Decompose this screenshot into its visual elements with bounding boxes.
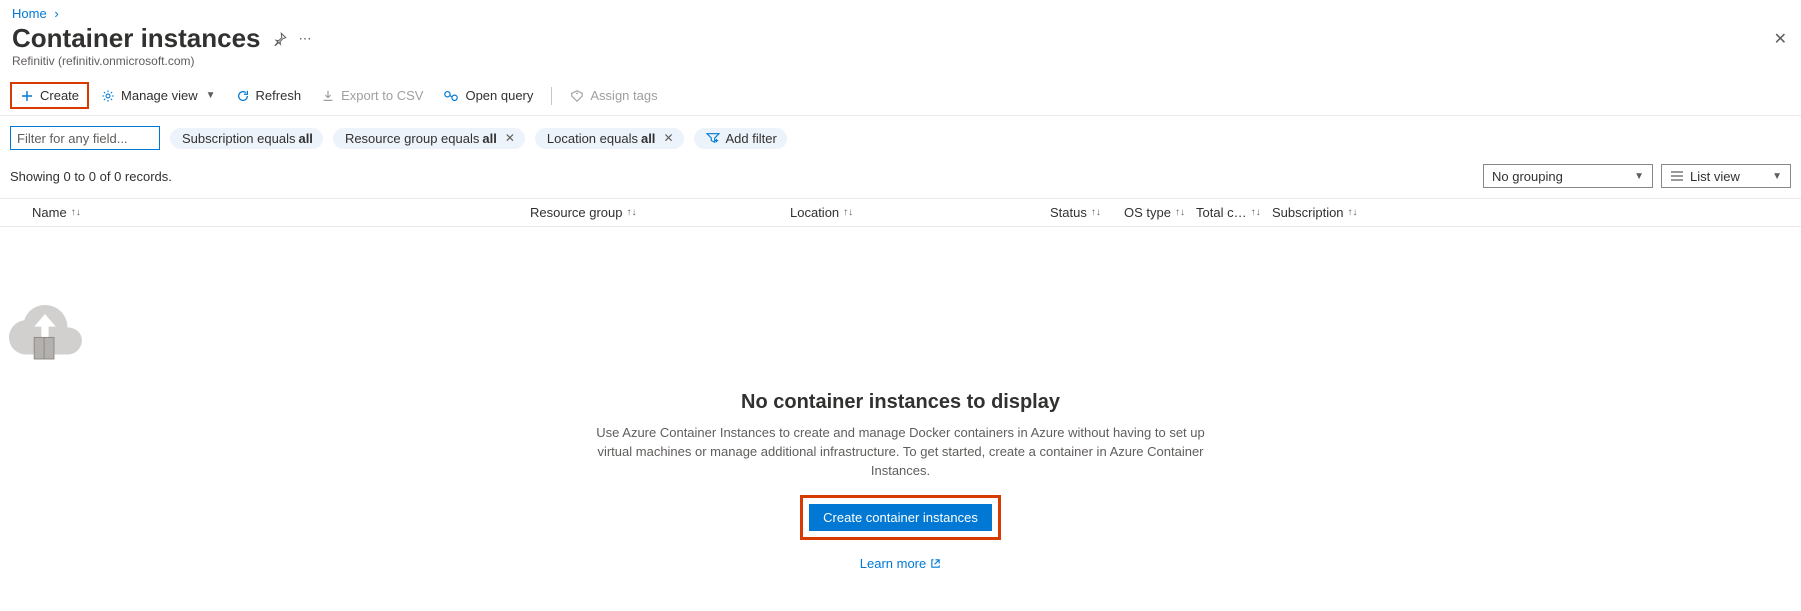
view-mode-dropdown[interactable]: List view ▼: [1661, 164, 1791, 188]
filter-pill-label: Location equals: [547, 131, 638, 146]
add-filter-button[interactable]: Add filter: [694, 128, 787, 149]
more-icon[interactable]: ⋯: [299, 31, 313, 47]
page-title: Container instances: [12, 23, 261, 54]
filter-pill-resource-group[interactable]: Resource group equals all ✕: [333, 128, 525, 149]
toolbar: Create Manage view ▼ Refresh Export to C…: [0, 78, 1801, 116]
remove-filter-icon[interactable]: ✕: [505, 131, 515, 145]
gear-icon: [101, 89, 115, 103]
filter-pill-value: all: [641, 131, 655, 146]
sort-icon: ↑↓: [1091, 207, 1101, 218]
sort-icon: ↑↓: [1251, 207, 1261, 218]
filter-pill-label: Resource group equals: [345, 131, 479, 146]
chevron-down-icon: ▼: [1634, 171, 1644, 182]
create-button[interactable]: Create: [10, 82, 89, 109]
column-header-total-containers[interactable]: Total c… ↑↓: [1196, 205, 1272, 220]
sort-icon: ↑↓: [1175, 207, 1185, 218]
filter-pill-label: Subscription equals: [182, 131, 295, 146]
assign-tags-button: Assign tags: [562, 84, 665, 107]
filter-pill-value: all: [482, 131, 496, 146]
chevron-right-icon: ›: [54, 6, 58, 21]
filter-add-icon: [706, 132, 720, 144]
column-header-resource-group[interactable]: Resource group ↑↓: [530, 205, 790, 220]
filter-pill-subscription[interactable]: Subscription equals all: [170, 128, 323, 149]
remove-filter-icon[interactable]: ✕: [663, 131, 673, 145]
manage-view-button[interactable]: Manage view ▼: [93, 84, 224, 107]
refresh-icon: [236, 89, 250, 103]
column-header-subscription[interactable]: Subscription ↑↓: [1272, 205, 1791, 220]
learn-more-link[interactable]: Learn more: [860, 556, 941, 571]
chevron-down-icon: ▼: [1772, 171, 1782, 182]
column-header-os-type[interactable]: OS type ↑↓: [1124, 205, 1196, 220]
empty-state-title: No container instances to display: [0, 391, 1801, 414]
export-csv-label: Export to CSV: [341, 88, 423, 103]
empty-state: No container instances to display Use Az…: [0, 287, 1801, 571]
filters-row: Subscription equals all Resource group e…: [0, 116, 1801, 160]
close-icon[interactable]: ✕: [1774, 29, 1787, 49]
sort-icon: ↑↓: [71, 207, 81, 218]
list-icon: [1670, 170, 1684, 182]
table-header: Name ↑↓ Resource group ↑↓ Location ↑↓ St…: [0, 198, 1801, 227]
external-link-icon: [930, 558, 941, 569]
filter-pill-value: all: [298, 131, 312, 146]
records-count-text: Showing 0 to 0 of 0 records.: [10, 169, 172, 184]
sort-icon: ↑↓: [1348, 207, 1358, 218]
column-header-status[interactable]: Status ↑↓: [1050, 205, 1124, 220]
refresh-label: Refresh: [256, 88, 302, 103]
query-icon: [443, 89, 459, 103]
cloud-upload-icon: [0, 287, 1801, 377]
filter-input[interactable]: [10, 126, 160, 150]
plus-icon: [20, 89, 34, 103]
column-header-name[interactable]: Name ↑↓: [10, 205, 530, 220]
sort-icon: ↑↓: [627, 207, 637, 218]
empty-state-description: Use Azure Container Instances to create …: [591, 424, 1211, 481]
create-container-instances-button[interactable]: Create container instances: [809, 504, 992, 531]
grouping-label: No grouping: [1492, 169, 1563, 184]
cta-highlight-box: Create container instances: [800, 495, 1001, 540]
breadcrumb-home[interactable]: Home: [12, 6, 47, 21]
open-query-label: Open query: [465, 88, 533, 103]
view-mode-label: List view: [1690, 169, 1740, 184]
open-query-button[interactable]: Open query: [435, 84, 541, 107]
assign-tags-label: Assign tags: [590, 88, 657, 103]
manage-view-label: Manage view: [121, 88, 198, 103]
directory-subtitle: Refinitiv (refinitiv.onmicrosoft.com): [0, 54, 1801, 78]
column-header-location[interactable]: Location ↑↓: [790, 205, 1050, 220]
filter-pill-location[interactable]: Location equals all ✕: [535, 128, 684, 149]
toolbar-separator: [551, 87, 552, 105]
refresh-button[interactable]: Refresh: [228, 84, 310, 107]
chevron-down-icon: ▼: [206, 90, 216, 101]
download-icon: [321, 89, 335, 103]
breadcrumb: Home ›: [0, 0, 1801, 23]
grouping-dropdown[interactable]: No grouping ▼: [1483, 164, 1653, 188]
sort-icon: ↑↓: [843, 207, 853, 218]
pin-icon[interactable]: [273, 32, 287, 46]
create-label: Create: [40, 88, 79, 103]
export-csv-button: Export to CSV: [313, 84, 431, 107]
add-filter-label: Add filter: [726, 131, 777, 146]
tag-icon: [570, 89, 584, 103]
